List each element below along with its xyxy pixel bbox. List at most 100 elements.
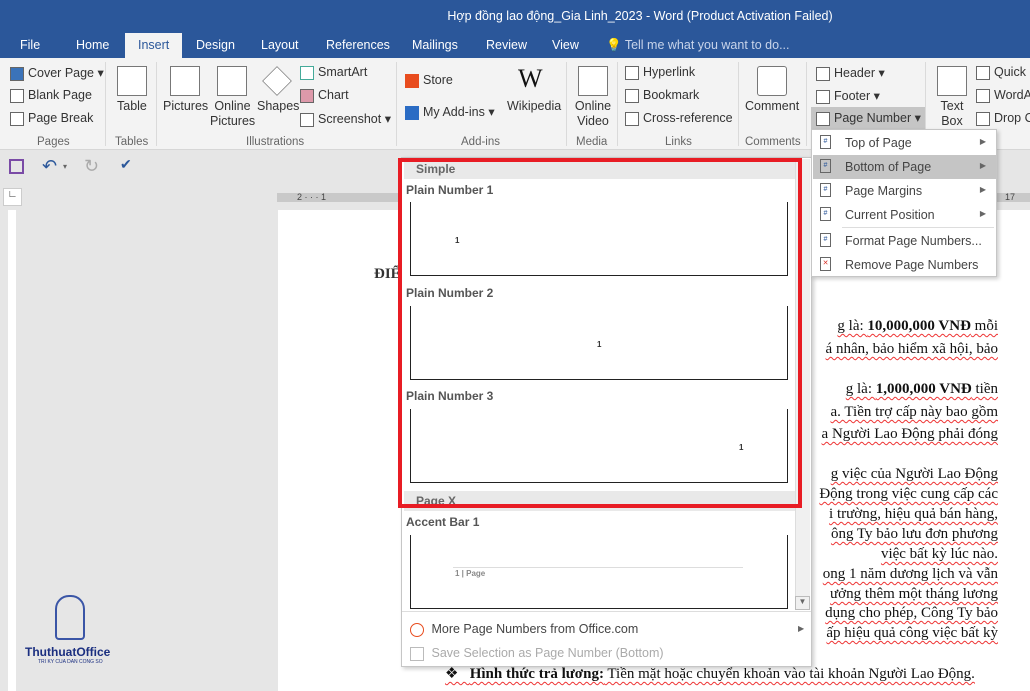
wordart-icon bbox=[976, 88, 990, 103]
tab-selector[interactable]: ∟ bbox=[3, 188, 22, 206]
online-pictures-button[interactable]: Online Pictures bbox=[210, 99, 255, 129]
page-number-button[interactable]: Page Number ▾ bbox=[811, 107, 926, 129]
chevron-right-icon: ▶ bbox=[979, 185, 986, 194]
document-line: g là: 10,000,000 VNĐ mỗi bbox=[837, 318, 998, 334]
watermark-logo: ThuthuatOffice bbox=[25, 645, 111, 659]
menu-item-remove-page-numbers[interactable]: ✕ Remove Page Numbers bbox=[813, 253, 996, 277]
menu-divider bbox=[842, 227, 994, 228]
screenshot-icon bbox=[300, 112, 314, 127]
gallery-item-accent-bar-1[interactable]: 1 | Page bbox=[410, 535, 788, 609]
smartart-icon bbox=[300, 65, 314, 80]
addins-icon bbox=[405, 105, 419, 120]
text-box-button[interactable]: Text Box bbox=[937, 99, 967, 129]
document-line: á nhân, bảo hiểm xã hội, bảo bbox=[825, 341, 998, 357]
chart-button[interactable]: Chart bbox=[300, 88, 349, 103]
tab-home[interactable]: Home bbox=[76, 38, 109, 52]
smartart-button[interactable]: SmartArt bbox=[300, 65, 367, 80]
header-icon bbox=[816, 66, 830, 81]
tab-layout[interactable]: Layout bbox=[261, 38, 299, 52]
quick-parts-button[interactable]: Quick Parts bbox=[976, 65, 1030, 80]
spelling-check-icon[interactable]: ✔ bbox=[120, 156, 132, 173]
chevron-right-icon: ▶ bbox=[979, 161, 986, 170]
bullet-diamond-icon: ❖ bbox=[445, 666, 470, 682]
bookmark-button[interactable]: Bookmark bbox=[625, 88, 699, 103]
autosave-icon[interactable] bbox=[9, 159, 24, 174]
document-line: g việc của Người Lao Động bbox=[830, 466, 998, 482]
group-label-pages: Pages bbox=[37, 136, 70, 148]
tab-view[interactable]: View bbox=[552, 38, 579, 52]
horizontal-ruler: 2 · · · 1 bbox=[277, 193, 398, 202]
menu-item-bottom-of-page[interactable]: # Bottom of Page ▶ bbox=[813, 155, 996, 179]
document-line: việc bất kỳ lúc nào. bbox=[880, 546, 998, 562]
blank-page-button[interactable]: Blank Page bbox=[10, 88, 92, 103]
tab-file[interactable]: File bbox=[20, 38, 40, 52]
group-label-links: Links bbox=[665, 136, 692, 148]
office-online-icon bbox=[410, 622, 424, 637]
document-line: ấp hiệu quả công việc bất kỳ bbox=[826, 625, 998, 641]
pictures-button[interactable]: Pictures bbox=[163, 99, 208, 113]
document-line: ưởng thêm một tháng lương bbox=[830, 586, 998, 602]
chart-icon bbox=[300, 88, 314, 103]
cross-reference-button[interactable]: Cross-reference bbox=[625, 111, 733, 126]
save-page-number-icon bbox=[410, 646, 424, 661]
store-button[interactable]: Store bbox=[405, 73, 453, 88]
table-icon bbox=[117, 66, 147, 96]
redo-icon[interactable]: ↻ bbox=[84, 156, 99, 177]
my-addins-button[interactable]: My Add-ins ▾ bbox=[405, 104, 495, 120]
hyperlink-button[interactable]: Hyperlink bbox=[625, 65, 695, 80]
wikipedia-button[interactable]: Wikipedia bbox=[507, 99, 561, 113]
group-label-media: Media bbox=[576, 136, 608, 148]
document-line: Động trong việc cung cấp các bbox=[819, 486, 998, 502]
menu-item-label: Current Position bbox=[845, 208, 935, 222]
screenshot-button[interactable]: Screenshot ▾ bbox=[300, 111, 391, 127]
page-number-icon: # bbox=[820, 183, 831, 197]
group-label-tables: Tables bbox=[115, 136, 149, 148]
menu-item-page-margins[interactable]: # Page Margins ▶ bbox=[813, 179, 996, 203]
menu-item-label: Bottom of Page bbox=[845, 160, 932, 174]
document-line: ông Ty bảo lưu đơn phương bbox=[830, 526, 998, 542]
divider bbox=[396, 62, 397, 146]
page-number-icon bbox=[816, 111, 830, 126]
menu-item-label: Page Margins bbox=[845, 184, 923, 198]
logo-figure-icon bbox=[55, 595, 85, 640]
undo-icon[interactable]: ↶ bbox=[42, 156, 57, 177]
wordart-button[interactable]: WordArt bbox=[976, 88, 1030, 103]
online-video-button[interactable]: Online Video bbox=[573, 99, 613, 129]
cover-page-button[interactable]: Cover Page ▾ bbox=[10, 65, 104, 81]
scroll-down-icon[interactable]: ▼ bbox=[795, 596, 810, 610]
tab-references[interactable]: References bbox=[326, 38, 390, 52]
table-button[interactable]: Table bbox=[117, 99, 147, 113]
footer-button[interactable]: Footer ▾ bbox=[816, 88, 880, 104]
page-break-button[interactable]: Page Break bbox=[10, 111, 93, 126]
undo-dropdown-icon[interactable]: ▾ bbox=[63, 162, 67, 171]
document-line: ong 1 năm dương lịch và vẫn bbox=[822, 566, 998, 582]
more-page-numbers-item[interactable]: More Page Numbers from Office.com bbox=[410, 622, 638, 637]
menu-item-format-page-numbers[interactable]: # Format Page Numbers... bbox=[813, 229, 996, 253]
menu-item-current-position[interactable]: # Current Position ▶ bbox=[813, 203, 996, 227]
page-break-icon bbox=[10, 111, 24, 126]
highlight-annotation-box bbox=[398, 158, 802, 508]
divider bbox=[566, 62, 567, 146]
group-label-comments: Comments bbox=[745, 136, 801, 148]
header-button[interactable]: Header ▾ bbox=[816, 65, 885, 81]
page-number-icon: # bbox=[820, 159, 831, 173]
menu-item-label: Top of Page bbox=[845, 136, 912, 150]
blank-page-icon bbox=[10, 88, 24, 103]
drop-cap-button[interactable]: Drop Cap bbox=[976, 111, 1030, 126]
document-line: i trường, hiệu quả bán hàng, bbox=[829, 506, 998, 522]
group-label-illustrations: Illustrations bbox=[246, 136, 305, 148]
horizontal-ruler-end: 17 bbox=[997, 193, 1030, 202]
tab-insert[interactable]: Insert bbox=[125, 33, 183, 58]
store-icon bbox=[405, 73, 419, 88]
tab-design[interactable]: Design bbox=[196, 38, 235, 52]
comment-button[interactable]: Comment bbox=[745, 99, 799, 113]
document-line: g là: 1,000,000 VNĐ tiền bbox=[845, 381, 998, 397]
shapes-button[interactable]: Shapes bbox=[257, 99, 299, 113]
tab-review[interactable]: Review bbox=[486, 38, 527, 52]
vertical-ruler bbox=[8, 210, 16, 691]
tab-mailings[interactable]: Mailings bbox=[412, 38, 458, 52]
lightbulb-icon: 💡 bbox=[606, 38, 622, 52]
tell-me-search[interactable]: 💡 Tell me what you want to do... bbox=[606, 38, 790, 53]
document-line: dụng cho phép, Công Ty bảo bbox=[825, 605, 998, 621]
menu-item-top-of-page[interactable]: # Top of Page ▶ bbox=[813, 131, 996, 155]
